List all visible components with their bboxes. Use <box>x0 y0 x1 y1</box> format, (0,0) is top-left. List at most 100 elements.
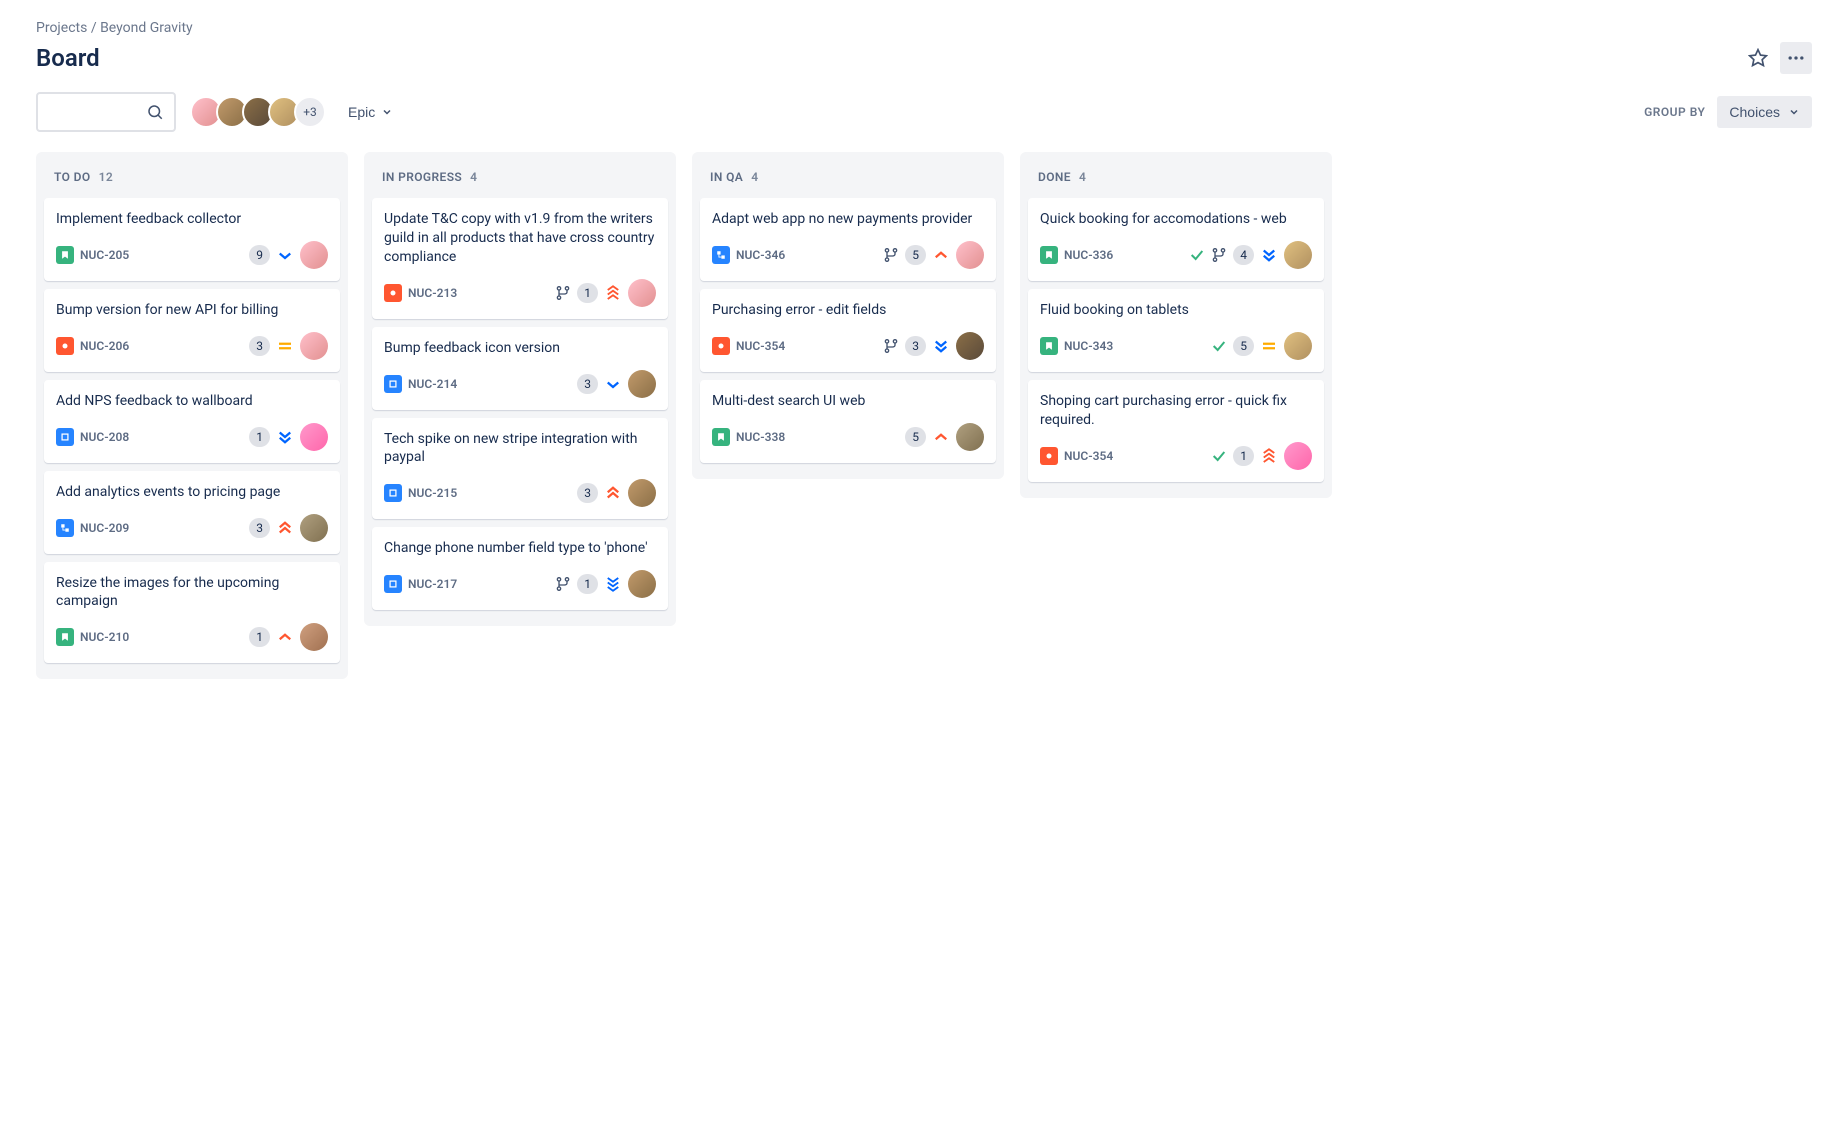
priority-icon <box>276 519 294 537</box>
column-count: 4 <box>470 170 477 184</box>
star-icon <box>1748 48 1768 68</box>
priority-icon <box>604 484 622 502</box>
issue-card[interactable]: Adapt web app no new payments provider N… <box>700 198 996 281</box>
priority-icon <box>276 428 294 446</box>
issue-card[interactable]: Tech spike on new stripe integration wit… <box>372 418 668 520</box>
search-icon <box>146 103 164 121</box>
search-input[interactable] <box>36 92 176 132</box>
card-title: Shoping cart purchasing error - quick fi… <box>1040 392 1312 430</box>
assignee-avatar[interactable] <box>300 423 328 451</box>
issue-type-icon <box>384 484 402 502</box>
issue-card[interactable]: Fluid booking on tablets NUC-343 5 <box>1028 289 1324 372</box>
issue-card[interactable]: Shoping cart purchasing error - quick fi… <box>1028 380 1324 482</box>
more-icon <box>1786 48 1806 68</box>
assignee-avatar[interactable] <box>628 279 656 307</box>
done-check-icon <box>1211 338 1227 354</box>
issue-card[interactable]: Add analytics events to pricing page NUC… <box>44 471 340 554</box>
avatar-overflow[interactable]: +3 <box>294 96 326 128</box>
issue-type-icon <box>56 428 74 446</box>
story-points-badge: 9 <box>249 245 270 265</box>
priority-icon <box>1260 337 1278 355</box>
story-points-badge: 3 <box>249 518 270 538</box>
issue-card[interactable]: Change phone number field type to 'phone… <box>372 527 668 610</box>
assignee-avatar[interactable] <box>300 241 328 269</box>
issue-type-icon <box>56 337 74 355</box>
assignee-avatar[interactable] <box>956 332 984 360</box>
card-title: Update T&C copy with v1.9 from the write… <box>384 210 656 267</box>
assignee-filter-avatars: +3 <box>190 96 326 128</box>
issue-card[interactable]: Multi-dest search UI web NUC-338 5 <box>700 380 996 463</box>
star-button[interactable] <box>1742 42 1774 74</box>
done-check-icon <box>1211 448 1227 464</box>
branch-icon <box>555 576 571 592</box>
assignee-avatar[interactable] <box>956 241 984 269</box>
issue-type-icon <box>1040 447 1058 465</box>
assignee-avatar[interactable] <box>956 423 984 451</box>
issue-type-icon <box>1040 337 1058 355</box>
issue-card[interactable]: Update T&C copy with v1.9 from the write… <box>372 198 668 319</box>
story-points-badge: 3 <box>577 374 598 394</box>
issue-type-icon <box>56 246 74 264</box>
assignee-avatar[interactable] <box>300 332 328 360</box>
priority-icon <box>932 337 950 355</box>
breadcrumb-project[interactable]: Beyond Gravity <box>100 20 193 36</box>
issue-key: NUC-214 <box>408 377 457 391</box>
issue-type-icon <box>712 246 730 264</box>
breadcrumb: Projects / Beyond Gravity <box>36 20 1812 36</box>
issue-card[interactable]: Add NPS feedback to wallboard NUC-208 1 <box>44 380 340 463</box>
epic-filter-dropdown[interactable]: Epic <box>340 98 401 126</box>
branch-icon <box>883 338 899 354</box>
page-title: Board <box>36 44 100 72</box>
issue-card[interactable]: Bump feedback icon version NUC-214 3 <box>372 327 668 410</box>
priority-icon <box>932 428 950 446</box>
assignee-avatar[interactable] <box>1284 442 1312 470</box>
chevron-down-icon <box>1788 106 1800 118</box>
card-title: Adapt web app no new payments provider <box>712 210 984 229</box>
column-header: DONE 4 <box>1028 166 1324 198</box>
issue-card[interactable]: Bump version for new API for billing NUC… <box>44 289 340 372</box>
issue-type-icon <box>56 519 74 537</box>
issue-key: NUC-205 <box>80 248 129 262</box>
more-actions-button[interactable] <box>1780 42 1812 74</box>
story-points-badge: 5 <box>905 245 926 265</box>
issue-key: NUC-206 <box>80 339 129 353</box>
issue-type-icon <box>712 337 730 355</box>
story-points-badge: 5 <box>905 427 926 447</box>
assignee-avatar[interactable] <box>300 623 328 651</box>
assignee-avatar[interactable] <box>1284 241 1312 269</box>
assignee-avatar[interactable] <box>1284 332 1312 360</box>
assignee-avatar[interactable] <box>300 514 328 542</box>
assignee-avatar[interactable] <box>628 370 656 398</box>
issue-key: NUC-346 <box>736 248 785 262</box>
card-title: Add analytics events to pricing page <box>56 483 328 502</box>
priority-icon <box>276 337 294 355</box>
issue-card[interactable]: Implement feedback collector NUC-205 9 <box>44 198 340 281</box>
issue-type-icon <box>384 375 402 393</box>
column-count: 12 <box>99 170 114 184</box>
issue-key: NUC-209 <box>80 521 129 535</box>
priority-icon <box>276 246 294 264</box>
story-points-badge: 1 <box>577 283 598 303</box>
issue-card[interactable]: Resize the images for the upcoming campa… <box>44 562 340 664</box>
board-column: DONE 4 Quick booking for accomodations -… <box>1020 152 1332 498</box>
issue-type-icon <box>56 628 74 646</box>
breadcrumb-root[interactable]: Projects <box>36 20 87 36</box>
column-header: TO DO 12 <box>44 166 340 198</box>
assignee-avatar[interactable] <box>628 479 656 507</box>
issue-key: NUC-213 <box>408 286 457 300</box>
done-check-icon <box>1189 247 1205 263</box>
issue-key: NUC-208 <box>80 430 129 444</box>
board-column: IN QA 4 Adapt web app no new payments pr… <box>692 152 1004 479</box>
issue-card[interactable]: Quick booking for accomodations - web NU… <box>1028 198 1324 281</box>
assignee-avatar[interactable] <box>628 570 656 598</box>
issue-key: NUC-215 <box>408 486 457 500</box>
chevron-down-icon <box>381 106 393 118</box>
issue-type-icon <box>712 428 730 446</box>
issue-key: NUC-338 <box>736 430 785 444</box>
groupby-dropdown[interactable]: Choices <box>1717 96 1812 128</box>
card-title: Bump version for new API for billing <box>56 301 328 320</box>
story-points-badge: 1 <box>577 574 598 594</box>
card-title: Purchasing error - edit fields <box>712 301 984 320</box>
story-points-badge: 1 <box>249 627 270 647</box>
issue-card[interactable]: Purchasing error - edit fields NUC-354 3 <box>700 289 996 372</box>
